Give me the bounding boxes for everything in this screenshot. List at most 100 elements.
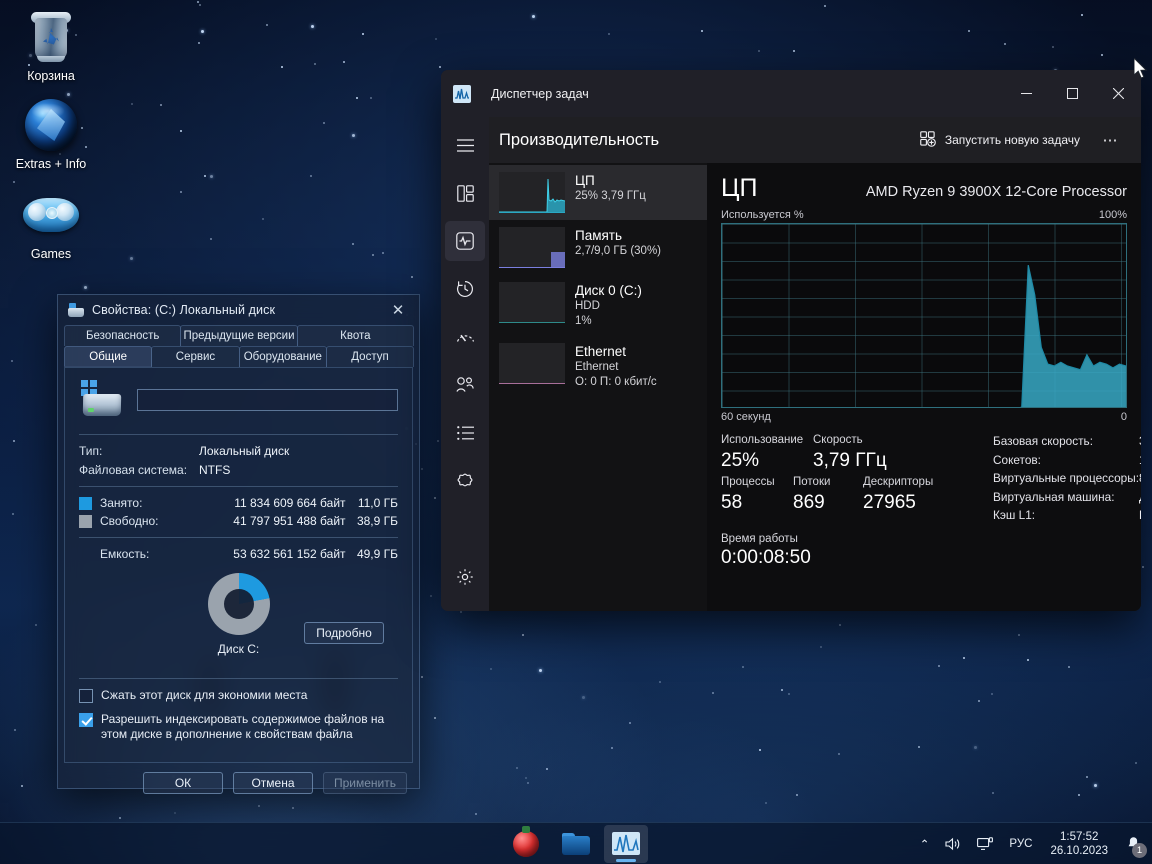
- graph-y-max: 100%: [1099, 209, 1127, 221]
- taskbar-item-explorer[interactable]: [554, 825, 598, 863]
- maximize-button[interactable]: [1049, 70, 1095, 117]
- sidebar-item-users[interactable]: [445, 365, 485, 405]
- clock[interactable]: 1:57:52 26.10.2023: [1042, 827, 1116, 861]
- checkbox-index-label: Разрешить индексировать содержимое файло…: [101, 712, 398, 742]
- task-manager-main: Производительность Запустить новую задач…: [489, 117, 1141, 611]
- info-key: Сокетов:: [993, 451, 1139, 470]
- run-new-task-button[interactable]: Запустить новую задачу: [911, 125, 1089, 156]
- field-type-value: Локальный диск: [199, 444, 289, 458]
- info-value: 1: [1139, 451, 1141, 470]
- perf-item-sub: Ethernet: [575, 360, 657, 375]
- tab-row-1: Безопасность Предыдущие версии Квота: [64, 325, 413, 346]
- tab-row-2: Общие Сервис Оборудование Доступ: [64, 346, 413, 367]
- taskbar-item-ornament[interactable]: [504, 825, 548, 863]
- perf-item-name: ЦП: [575, 172, 646, 189]
- more-options-icon[interactable]: ⋯: [1095, 126, 1127, 154]
- checkbox-compress-row[interactable]: Сжать этот диск для экономии места: [79, 688, 398, 703]
- tab-tools[interactable]: Сервис: [151, 346, 239, 367]
- capacity-bytes: 53 632 561 152 байт: [205, 547, 346, 561]
- field-type-key: Тип:: [79, 444, 199, 458]
- perf-item-sub: 2,7/9,0 ГБ (30%): [575, 244, 661, 259]
- stat-utilization: Использование 25%: [721, 432, 813, 474]
- info-key: Базовая скорость:: [993, 432, 1139, 451]
- network-icon[interactable]: [971, 832, 999, 856]
- sidebar-item-startup-apps[interactable]: [445, 317, 485, 357]
- field-filesystem: Файловая система: NTFS: [79, 463, 398, 477]
- taskbar-item-task-manager[interactable]: [604, 825, 648, 863]
- tab-sharing[interactable]: Доступ: [326, 346, 414, 367]
- stat-processes-label: Процессы: [721, 474, 793, 490]
- tab-hardware[interactable]: Оборудование: [239, 346, 327, 367]
- sidebar-item-services[interactable]: [445, 461, 485, 501]
- disk-properties-dialog: Свойства: (C:) Локальный диск ✕ Безопасн…: [57, 294, 420, 789]
- desktop-icon-extras-info[interactable]: Extras + Info: [4, 96, 98, 172]
- dialog-button-bar: ОК Отмена Применить: [58, 763, 419, 794]
- divider: [79, 486, 398, 487]
- uptime-value: 0:00:08:50: [721, 545, 1127, 571]
- capacity-label: Емкость:: [100, 547, 205, 561]
- task-manager-header: Производительность Запустить новую задач…: [489, 117, 1141, 163]
- usage-row-free: Свободно: 41 797 951 488 байт 38,9 ГБ: [79, 514, 398, 528]
- stats-right: Базовая скорость: 3 Сокетов: 1 Виртуальн…: [971, 432, 1141, 525]
- recycle-bin-icon: [4, 8, 98, 66]
- info-row-sockets: Сокетов: 1: [993, 451, 1141, 470]
- stat-utilization-label: Использование: [721, 432, 813, 448]
- stat-handles-value: 27965: [863, 490, 955, 516]
- stat-utilization-value: 25%: [721, 448, 813, 474]
- checkbox-index[interactable]: [79, 713, 93, 727]
- usage-row-used: Занято: 11 834 609 664 байт 11,0 ГБ: [79, 496, 398, 510]
- graph-y-label: Используется %: [721, 209, 804, 221]
- tab-security[interactable]: Безопасность: [64, 325, 181, 346]
- desktop-icon-recycle-bin[interactable]: Корзина: [4, 8, 98, 84]
- tab-previous-versions[interactable]: Предыдущие версии: [180, 325, 297, 346]
- graph-x-label: 60 секунд: [721, 411, 771, 423]
- sidebar-item-processes[interactable]: [445, 173, 485, 213]
- sidebar-item-app-history[interactable]: [445, 269, 485, 309]
- notification-bell[interactable]: 1: [1120, 831, 1146, 857]
- capacity-spacer: [79, 548, 92, 561]
- free-label: Свободно:: [100, 514, 205, 528]
- perf-item-name: Диск 0 (C:): [575, 282, 642, 299]
- language-indicator[interactable]: РУС: [1003, 833, 1038, 855]
- show-hidden-icons-icon[interactable]: ⌃: [914, 832, 936, 856]
- taskbar: ⌃ РУС 1:57:52 26.10.2023 1: [0, 822, 1152, 864]
- info-row-l1-cache: Кэш L1: Н: [993, 506, 1141, 525]
- explorer-icon: [562, 833, 590, 855]
- cancel-button[interactable]: Отмена: [233, 772, 313, 794]
- disk-usage-donut: [208, 573, 270, 635]
- divider: [79, 537, 398, 538]
- task-manager-nav: [441, 117, 489, 611]
- info-key: Виртуальные процессоры:: [993, 469, 1139, 488]
- stat-threads-label: Потоки: [793, 474, 863, 490]
- perf-item-ethernet[interactable]: Ethernet Ethernet О: 0 П: 0 кбит/с: [489, 336, 707, 397]
- sidebar-item-details[interactable]: [445, 413, 485, 453]
- volume-label-input[interactable]: [137, 389, 398, 411]
- volume-icon[interactable]: [939, 832, 967, 856]
- sidebar-item-performance[interactable]: [445, 221, 485, 261]
- used-bytes: 11 834 609 664 байт: [205, 496, 346, 510]
- details-button[interactable]: Подробно: [304, 622, 384, 644]
- disk-label: Диск C:: [218, 642, 259, 656]
- checkbox-index-row[interactable]: Разрешить индексировать содержимое файло…: [79, 712, 398, 742]
- tab-general[interactable]: Общие: [64, 346, 152, 367]
- detail-header: ЦП AMD Ryzen 9 3900X 12-Core Processor: [721, 173, 1127, 203]
- task-manager-title-bar: Диспетчер задач: [441, 70, 1141, 117]
- perf-item-memory[interactable]: Память 2,7/9,0 ГБ (30%): [489, 220, 707, 275]
- perf-item-cpu[interactable]: ЦП 25% 3,79 ГГц: [489, 165, 707, 220]
- settings-icon[interactable]: [445, 557, 485, 597]
- desktop-icon-games[interactable]: Games: [4, 186, 98, 262]
- close-icon[interactable]: ✕: [383, 297, 413, 323]
- tab-quota[interactable]: Квота: [297, 325, 414, 346]
- info-key: Виртуальная машина:: [993, 488, 1139, 507]
- minimize-button[interactable]: [1003, 70, 1049, 117]
- dialog-title-bar: Свойства: (C:) Локальный диск ✕: [58, 295, 419, 325]
- desktop-icon-label: Extras + Info: [4, 157, 98, 172]
- checkbox-compress[interactable]: [79, 689, 93, 703]
- performance-list: ЦП 25% 3,79 ГГц: [489, 163, 707, 611]
- volume-label-row: [79, 380, 398, 420]
- ok-button[interactable]: ОК: [143, 772, 223, 794]
- hamburger-icon[interactable]: [445, 125, 485, 165]
- close-button[interactable]: [1095, 70, 1141, 117]
- task-manager-window: Диспетчер задач: [441, 70, 1141, 611]
- perf-item-disk0[interactable]: Диск 0 (C:) HDD 1%: [489, 275, 707, 336]
